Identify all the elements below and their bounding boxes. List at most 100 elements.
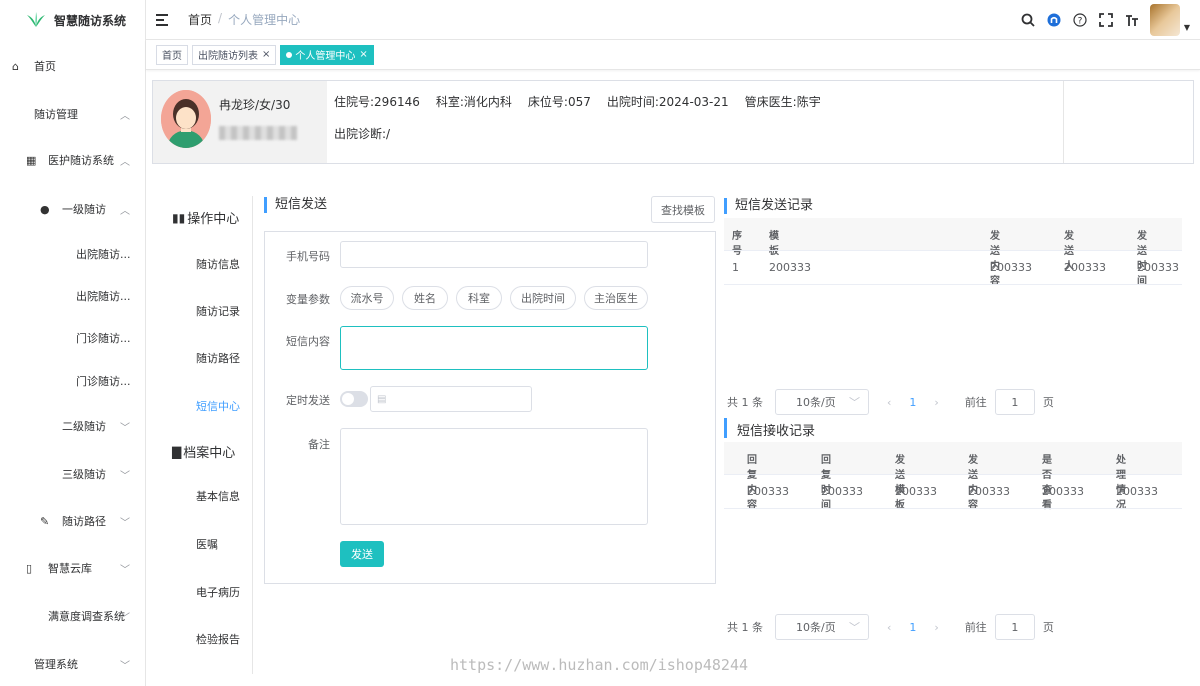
nav-emr[interactable]: 电子病历 [196, 584, 240, 600]
app-title: 智慧随访系统 [54, 13, 127, 28]
nav-orders[interactable]: 医嘱 [196, 536, 218, 552]
tag-discharge-list[interactable]: 出院随访列表 × [192, 44, 277, 65]
app-logo[interactable]: 智慧随访系统 [0, 0, 145, 40]
goto-page-input[interactable]: 1 [994, 614, 1035, 640]
sidebar-item-level1[interactable]: ● 一级随访 ︿ [0, 195, 146, 223]
caret-down-icon[interactable]: ▼ [1184, 23, 1190, 32]
user-avatar[interactable] [1149, 4, 1180, 36]
sidebar-item-level3[interactable]: 三级随访 ﹀ [0, 460, 146, 488]
col-send-template: 发送模板 [895, 455, 905, 511]
sidebar-item-survey[interactable]: 满意度调查系统 ﹀ [0, 602, 146, 630]
next-page-icon[interactable]: › [934, 396, 938, 409]
sms-send-title: 短信发送 [264, 197, 327, 213]
edit-icon: ✎ [40, 514, 50, 528]
sidebar-item-followup-mgmt[interactable]: 随访管理 ︿ [0, 100, 146, 128]
schedule-datetime-picker[interactable]: ▤ [370, 386, 532, 412]
content-label: 短信内容 [286, 335, 330, 348]
find-template-button[interactable]: 查找模板 [651, 196, 715, 223]
breadcrumb-current: 个人管理中心 [228, 13, 301, 27]
discharge-time: 出院时间:2024-03-21 [606, 95, 729, 109]
nav-followup-records[interactable]: 随访记录 [196, 303, 240, 319]
tag-personal-center[interactable]: 个人管理中心 × [280, 44, 374, 65]
phone-label: 手机号码 [286, 250, 330, 263]
table-cell: 200333 [968, 485, 1010, 498]
sidebar-item-discharge-2[interactable]: 出院随访... [0, 282, 146, 310]
sidebar-item-outpatient-1[interactable]: 门诊随访... [0, 324, 146, 352]
sidebar-item-home[interactable]: ⌂ 首页 [0, 52, 146, 80]
page-unit: 页 [1042, 396, 1054, 409]
user-icon: ● [40, 202, 50, 216]
schedule-toggle[interactable] [340, 391, 368, 407]
calendar-icon: ▤ [377, 393, 387, 405]
breadcrumb-separator: / [218, 11, 223, 25]
hamburger-icon[interactable] [156, 13, 170, 26]
breadcrumb-home[interactable]: 首页 [188, 11, 212, 28]
fullscreen-icon[interactable] [1098, 12, 1114, 28]
table-cell: 1 [732, 261, 739, 274]
attending-doctor: 管床医生:陈宇 [744, 95, 821, 109]
nav-followup-info[interactable]: 随访信息 [196, 256, 240, 272]
nav-lab-report[interactable]: 检验报告 [196, 631, 240, 647]
patient-card-left: 冉龙珍/女/30 [153, 81, 327, 163]
goto-page-input[interactable]: 1 [994, 389, 1035, 415]
op-center-heading: ▮▮ 操作中心 [172, 210, 240, 228]
sidebar-item-level2[interactable]: 二级随访 ﹀ [0, 412, 146, 440]
grid-icon: ▦ [26, 153, 37, 167]
table-cell: 200333 [895, 485, 937, 498]
nav-sms-center[interactable]: 短信中心 [196, 398, 240, 414]
search-icon[interactable] [1020, 12, 1036, 28]
font-size-icon[interactable] [1124, 12, 1140, 28]
sidebar-item-path[interactable]: ✎ 随访路径 ﹀ [0, 507, 146, 535]
svg-text:?: ? [1077, 17, 1082, 27]
prev-page-icon[interactable]: ‹ [887, 396, 891, 409]
col-reply-time: 回复时间 [821, 455, 831, 511]
nav-basic-info[interactable]: 基本信息 [196, 488, 240, 504]
chevron-down-icon: ﹀ [120, 564, 130, 576]
nav-followup-path[interactable]: 随访路径 [196, 350, 240, 366]
sidebar-item-admin[interactable]: 管理系统 ﹀ [0, 650, 146, 678]
patient-info: 住院号:296146 科室:消化内科 床位号:057 出院时间:2024-03-… [334, 93, 821, 110]
close-icon[interactable]: × [262, 49, 270, 60]
prev-page-icon[interactable]: ‹ [887, 621, 891, 634]
sidebar-item-cloud[interactable]: ▯ 智慧云库 ﹀ [0, 554, 146, 582]
row-divider [724, 250, 1182, 251]
schedule-label: 定时发送 [286, 394, 330, 407]
goto-label: 前往 [964, 621, 987, 634]
page-number[interactable]: 1 [909, 621, 916, 634]
top-navbar: 首页 / 个人管理中心 ? ▼ [146, 0, 1200, 40]
phone-input[interactable] [340, 241, 648, 268]
var-chip-dept[interactable]: 科室 [456, 286, 502, 310]
chevron-down-icon: ﹀ [849, 396, 860, 409]
breadcrumb: 首页 / 个人管理中心 [188, 11, 300, 28]
col-reply-content: 回复内容 [747, 455, 757, 511]
close-icon[interactable]: × [359, 49, 367, 60]
patient-name: 冉龙珍/女/30 [219, 98, 291, 112]
var-chip-discharge-time[interactable]: 出院时间 [510, 286, 576, 310]
page-number[interactable]: 1 [909, 396, 916, 409]
next-page-icon[interactable]: › [934, 621, 938, 634]
var-chip-doctor[interactable]: 主治医生 [584, 286, 648, 310]
table-cell: 200333 [747, 485, 789, 498]
col-handling: 处理情况 [1116, 455, 1126, 511]
remark-textarea[interactable] [340, 428, 648, 525]
chevron-down-icon: ﹀ [120, 517, 130, 529]
table-cell: 200333 [990, 261, 1032, 274]
pager-total: 共 1 条 [727, 621, 763, 634]
sidebar-item-discharge-1[interactable]: 出院随访... [0, 240, 146, 268]
sidebar-item-outpatient-2[interactable]: 门诊随访... [0, 367, 146, 395]
sidebar-item-medical-followup[interactable]: ▦ 医护随访系统 ︿ [0, 146, 146, 174]
help-icon[interactable]: ? [1072, 12, 1088, 28]
tag-home[interactable]: 首页 [156, 44, 188, 65]
page-size-select[interactable]: 10条/页 ﹀ [775, 614, 869, 640]
goto-label: 前往 [964, 396, 987, 409]
github-icon[interactable] [1046, 12, 1062, 28]
watermark: https://www.huzhan.com/ishop48244 [450, 656, 749, 674]
var-chip-serial[interactable]: 流水号 [340, 286, 394, 310]
page-size-select[interactable]: 10条/页 ﹀ [775, 389, 869, 415]
var-chip-name[interactable]: 姓名 [402, 286, 448, 310]
sms-content-textarea[interactable] [340, 326, 648, 370]
chevron-up-icon: ︿ [120, 110, 130, 122]
send-button[interactable]: 发送 [340, 541, 384, 567]
send-records-pagination: 共 1 条 10条/页 ﹀ ‹ 1 › 前往 1 页 [727, 389, 1054, 415]
col-send-time: 发送时间 [1137, 231, 1147, 287]
